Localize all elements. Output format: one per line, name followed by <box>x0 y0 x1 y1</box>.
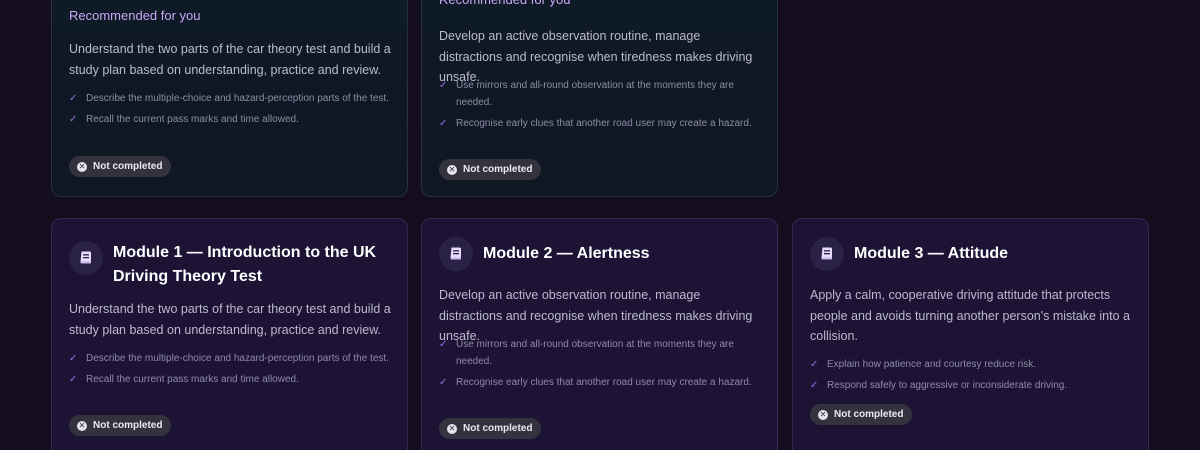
check-icon: ✓ <box>69 374 78 385</box>
goal-list: ✓ Use mirrors and all-round observation … <box>439 77 761 136</box>
recommended-label: Recommended for you <box>69 8 201 23</box>
goal-item: ✓ Describe the multiple-choice and hazar… <box>69 90 391 107</box>
book-icon <box>439 237 473 271</box>
book-icon <box>69 241 103 275</box>
goal-list: ✓ Describe the multiple-choice and hazar… <box>69 350 391 392</box>
goal-item: ✓ Use mirrors and all-round observation … <box>439 77 761 111</box>
x-circle-icon: ✕ <box>818 409 828 420</box>
module-title: Module 3 — Attitude <box>854 245 1009 262</box>
course-page: Recommended for you Understand the two p… <box>0 0 1200 450</box>
check-icon: ✓ <box>439 80 448 91</box>
recommended-card-1[interactable]: Recommended for you Understand the two p… <box>51 0 408 197</box>
book-icon <box>810 237 844 271</box>
goal-item: ✓ Recognise early clues that another roa… <box>439 374 761 391</box>
goal-item: ✓ Recall the current pass marks and time… <box>69 371 391 388</box>
check-icon: ✓ <box>439 118 448 129</box>
goal-item: ✓ Recall the current pass marks and time… <box>69 111 391 128</box>
recommended-card-2[interactable]: Recommended for you Develop an active ob… <box>421 0 778 197</box>
module-card-1[interactable]: Module 1 — Introduction to the UK Drivin… <box>51 218 408 450</box>
check-icon: ✓ <box>439 339 448 350</box>
check-icon: ✓ <box>69 93 78 104</box>
module-title: Module 1 — Introduction to the UK Drivin… <box>113 244 377 285</box>
module-card-3[interactable]: Module 3 — Attitude Apply a calm, cooper… <box>792 218 1149 450</box>
goal-list: ✓ Explain how patience and courtesy redu… <box>810 356 1132 398</box>
module-card-2[interactable]: Module 2 — Alertness Develop an active o… <box>421 218 778 450</box>
goal-list: ✓ Describe the multiple-choice and hazar… <box>69 90 391 132</box>
x-circle-icon: ✕ <box>447 164 457 175</box>
module-header: Module 1 — Introduction to the UK Drivin… <box>69 241 383 289</box>
goal-item: ✓ Recognise early clues that another roa… <box>439 115 761 132</box>
module-header: Module 2 — Alertness <box>439 237 753 271</box>
goal-item: ✓ Use mirrors and all-round observation … <box>439 336 761 370</box>
x-circle-icon: ✕ <box>77 420 87 431</box>
status-badge: ✕ Not completed <box>439 159 542 180</box>
check-icon: ✓ <box>69 114 78 125</box>
module-header: Module 3 — Attitude <box>810 237 1124 271</box>
goal-item: ✓ Explain how patience and courtesy redu… <box>810 356 1132 373</box>
module-description: Apply a calm, cooperative driving attitu… <box>810 288 1130 343</box>
status-badge: ✕ Not completed <box>69 415 172 436</box>
status-badge: ✕ Not completed <box>810 404 913 425</box>
x-circle-icon: ✕ <box>77 161 87 172</box>
check-icon: ✓ <box>810 380 819 391</box>
check-icon: ✓ <box>439 377 448 388</box>
status-badge: ✕ Not completed <box>439 418 542 439</box>
check-icon: ✓ <box>810 359 819 370</box>
goal-item: ✓ Respond safely to aggressive or incons… <box>810 377 1132 394</box>
recommended-label: Recommended for you <box>439 0 571 7</box>
status-badge: ✕ Not completed <box>69 156 172 177</box>
goal-item: ✓ Describe the multiple-choice and hazar… <box>69 350 391 367</box>
module-description: Understand the two parts of the car theo… <box>69 42 391 77</box>
goal-list: ✓ Use mirrors and all-round observation … <box>439 336 761 395</box>
x-circle-icon: ✕ <box>447 423 457 434</box>
module-description: Understand the two parts of the car theo… <box>69 302 391 337</box>
module-title: Module 2 — Alertness <box>483 245 650 262</box>
check-icon: ✓ <box>69 353 78 364</box>
